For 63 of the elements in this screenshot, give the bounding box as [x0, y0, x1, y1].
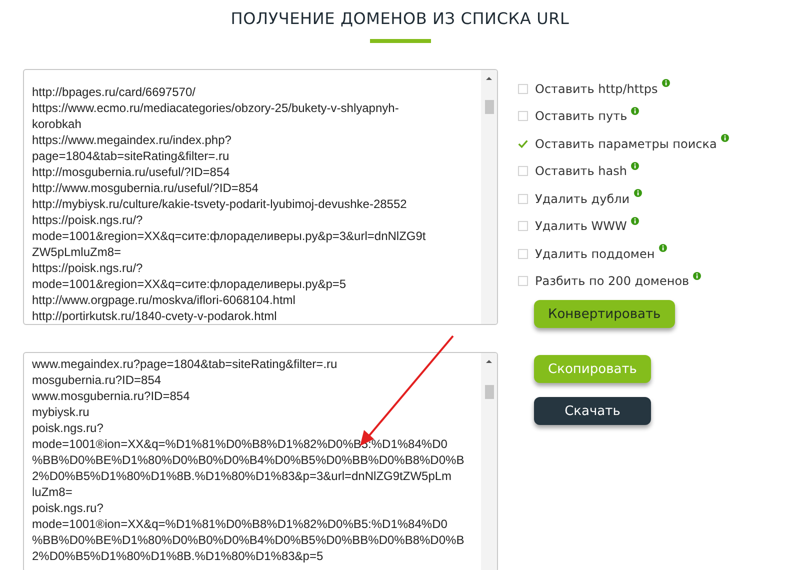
option-label: Оставить параметры поиска [535, 136, 717, 151]
domain-line: mosgubernia.ru?ID=854 [32, 372, 162, 388]
domain-line: %BB%D0%BE%D1%80%D0%B0%D0%B4%D0%B5%D0%BB%D0%B8%D0%B [32, 532, 466, 548]
scroll-up-icon[interactable] [486, 360, 492, 363]
scroll-up-icon[interactable] [486, 77, 492, 80]
info-icon[interactable] [634, 189, 642, 197]
info-icon[interactable] [693, 272, 702, 280]
option-label: Разбить по 200 доменов [535, 274, 690, 288]
option-label: Удалить поддомен [535, 246, 655, 261]
url-line: https://poisk.ngs.ru/? [32, 260, 144, 276]
url-line: korobkah [32, 116, 82, 132]
url-line: http://www.mosgubernia.ru/useful/?ID=854 [32, 180, 260, 196]
domain-line: 2%D0%B5%D1%80%D1%8B.%D1%80%D1%83&p=3&url=dnNlZG9tZW5pLm [32, 468, 453, 484]
url-line: mode=1001&region=XX&q=сите:флораделиверы.ру&p=3&url=dnNlZG9t [32, 228, 427, 244]
checkbox[interactable] [518, 166, 528, 176]
download-button[interactable]: Скачать [534, 397, 651, 425]
url-line: https://www.megaindex.ru/index.php? [32, 132, 232, 148]
scrollbar[interactable] [481, 70, 497, 324]
url-line: http://www.orgpage.ru/moskva/iflori-6068104.html [32, 292, 296, 308]
domain-line: 2%D0%B5%D1%80%D1%8B.%D1%80%D1%83&p=5 [32, 548, 324, 564]
checkbox[interactable] [518, 276, 528, 286]
option-label: Оставить http/https [535, 82, 658, 96]
option-label: Удалить дубли [535, 192, 630, 206]
checkbox[interactable] [518, 84, 528, 94]
url-line: http://portirkutsk.ru/1840-cvety-v-podarok.html [32, 308, 278, 324]
checkbox[interactable] [518, 248, 528, 259]
info-icon[interactable] [662, 79, 670, 87]
domain-line: %BB%D0%BE%D1%80%D0%B0%D0%B4%D0%B5%D0%BB%D0%B8%D0%B [32, 452, 466, 468]
domain-line: www.megaindex.ru?page=1804&tab=siteRating&filter=.ru [32, 356, 338, 372]
url-line: https://www.ecmo.ru/mediacategories/obzory-25/bukety-v-shlyapnyh- [32, 100, 400, 116]
domain-line: mode=1001®ion=XX&q=%D1%81%D0%B8%D1%82%D0%B5:%D1%84%D0 [32, 436, 448, 452]
option-label: Оставить hash [535, 164, 627, 178]
domain-line: mode=1001®ion=XX&q=%D1%81%D0%B8%D1%82%D0%B5:%D1%84%D0 [32, 516, 448, 532]
option-label: Удалить WWW [535, 219, 627, 234]
url-line: http://mybiysk.ru/culture/kakie-tsvety-podarit-lyubimoj-devushke-28552 [32, 196, 408, 212]
url-line: http://mosgubernia.ru/useful/?ID=854 [32, 164, 231, 180]
info-icon[interactable] [630, 216, 639, 224]
info-icon[interactable] [631, 106, 640, 114]
url-line: page=1804&tab=siteRating&filter=.ru [32, 148, 230, 164]
domain-line: poisk.ngs.ru? [32, 500, 104, 516]
info-icon[interactable] [720, 134, 729, 142]
option-label: Оставить путь [535, 109, 628, 124]
checkbox[interactable] [518, 194, 528, 204]
url-line: ZW5pLmluZm8= [32, 244, 122, 260]
scroll-thumb[interactable] [485, 385, 494, 399]
domain-line: mybiysk.ru [32, 404, 90, 420]
info-icon[interactable] [658, 244, 667, 252]
domain-line: poisk.ngs.ru? [32, 420, 104, 436]
url-input-field[interactable] [23, 69, 498, 325]
url-line: https://poisk.ngs.ru/? [32, 212, 144, 228]
checkbox[interactable] [518, 111, 528, 122]
convert-button[interactable]: Конвертировать [534, 300, 675, 328]
checkbox[interactable] [518, 138, 528, 149]
page-title: ПОЛУЧЕНИЕ ДОМЕНОВ ИЗ СПИСКА URL [230, 9, 570, 28]
checkbox[interactable] [518, 221, 528, 232]
domain-line: www.mosgubernia.ru?ID=854 [32, 388, 191, 404]
info-icon[interactable] [630, 162, 639, 170]
domain-output-field[interactable] [23, 352, 498, 570]
domain-line: luZm8= [32, 484, 74, 500]
scroll-thumb[interactable] [485, 100, 494, 114]
scrollbar[interactable] [481, 353, 497, 570]
url-line: http://bpages.ru/card/6697570/ [32, 84, 196, 100]
url-line: mode=1001&region=XX&q=сите:флораделиверы.ру&p=5 [32, 276, 348, 292]
